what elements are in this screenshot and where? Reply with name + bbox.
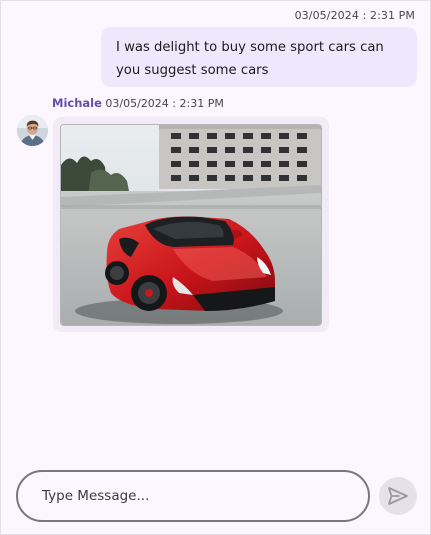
car-image: [61, 125, 321, 325]
chat-window: 03/05/2024 : 2:31 PM I was delight to bu…: [0, 0, 431, 535]
avatar: [17, 115, 48, 146]
incoming-timestamp: 03/05/2024 : 2:31 PM: [105, 97, 224, 110]
send-icon: [388, 487, 408, 505]
red-sports-car-photo[interactable]: [60, 124, 322, 326]
message-input[interactable]: [42, 472, 342, 520]
outgoing-timestamp: 03/05/2024 : 2:31 PM: [294, 9, 415, 22]
send-button[interactable]: [379, 477, 417, 515]
sender-name: Michale: [52, 96, 102, 110]
message-composer: [16, 470, 370, 522]
avatar-person-icon: [17, 115, 48, 146]
outgoing-message-bubble: I was delight to buy some sport cars can…: [101, 27, 417, 87]
incoming-message-header: Michale 03/05/2024 : 2:31 PM: [52, 96, 224, 110]
outgoing-message-text: I was delight to buy some sport cars can…: [116, 40, 384, 78]
